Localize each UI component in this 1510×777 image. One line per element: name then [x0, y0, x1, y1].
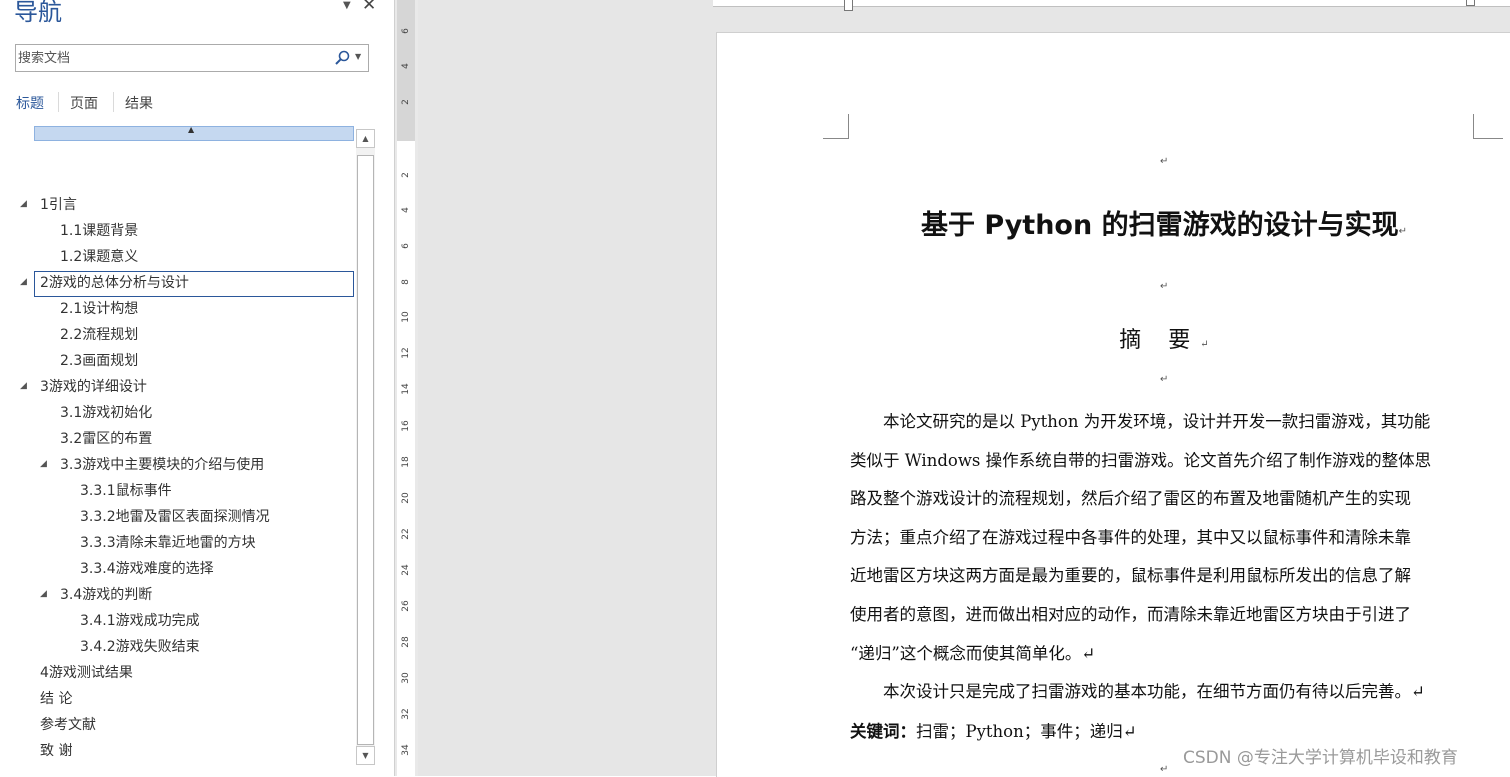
- paragraph-mark: ↵: [1160, 764, 1169, 775]
- ruler-number: 32: [401, 708, 411, 720]
- toc-item[interactable]: 3.3.1鼠标事件: [80, 479, 172, 503]
- margin-corner-mark: [1473, 114, 1503, 139]
- keywords-value: 扫雷；Python；事件；递归↵: [916, 722, 1137, 741]
- toc-item[interactable]: 2.2流程规划: [60, 323, 138, 347]
- horizontal-ruler: [713, 0, 1510, 7]
- ruler-number: 20: [401, 492, 411, 504]
- right-indent-marker-icon[interactable]: [1466, 0, 1475, 6]
- paragraph-mark: ↵: [1160, 281, 1169, 292]
- toc-item[interactable]: 3.4游戏的判断: [60, 583, 152, 607]
- tab-headings[interactable]: 标题: [16, 93, 44, 113]
- expand-triangle-icon[interactable]: ◢: [20, 199, 27, 209]
- paragraph-mark: ↵: [1160, 374, 1169, 385]
- toc-item[interactable]: 1.2课题意义: [60, 245, 138, 269]
- ruler-number: 24: [401, 564, 411, 576]
- ruler-number: 26: [401, 600, 411, 612]
- ruler-number: 4: [401, 207, 411, 213]
- toc-item[interactable]: 1.1课题背景: [60, 219, 138, 243]
- toc-collapsed-header-item[interactable]: ▲: [34, 125, 354, 141]
- toc-item[interactable]: 3.3.4游戏难度的选择: [80, 557, 214, 581]
- toc-item[interactable]: 3.1游戏初始化: [60, 401, 152, 425]
- ruler-number: 6: [401, 28, 411, 34]
- ruler-number: 22: [401, 528, 411, 540]
- toc-item[interactable]: 致 谢: [40, 739, 72, 763]
- body-line: 近地雷区方块这两方面是最为重要的，鼠标事件是利用鼠标所发出的信息了解: [850, 566, 1411, 586]
- ruler-number: 12: [401, 347, 411, 359]
- tab-pages[interactable]: 页面: [70, 93, 98, 113]
- document-page[interactable]: [716, 32, 1510, 777]
- ruler-number: 2: [401, 172, 411, 178]
- ruler-number: 4: [401, 63, 411, 69]
- nav-options-dropdown-icon[interactable]: ▼: [343, 0, 351, 11]
- ruler-number: 14: [401, 383, 411, 395]
- expand-triangle-icon[interactable]: ◢: [20, 381, 27, 391]
- toc-item[interactable]: 3.2雷区的布置: [60, 427, 152, 451]
- toc-item[interactable]: 结 论: [40, 687, 72, 711]
- tab-divider: [58, 92, 59, 112]
- nav-title: 导航: [14, 0, 62, 26]
- toc-item[interactable]: 3.4.1游戏成功完成: [80, 609, 200, 633]
- ruler-number: 6: [401, 243, 411, 249]
- body-line: 本次设计只是完成了扫雷游戏的基本功能，在细节方面仍有待以后完善。↵: [850, 682, 1425, 702]
- ruler-number: 18: [401, 456, 411, 468]
- ruler-number: 28: [401, 636, 411, 648]
- toc-item[interactable]: 3.3游戏中主要模块的介绍与使用: [60, 453, 264, 477]
- toc-item[interactable]: 3.4.2游戏失败结束: [80, 635, 200, 659]
- keywords-label: 关键词：: [850, 722, 916, 741]
- toc-item[interactable]: 1引言: [40, 193, 77, 217]
- vertical-ruler: 6 4 2 2 4 6 8 10 12 14 16 18 20 22 24 26 28 30 32 34: [394, 0, 418, 776]
- search-box[interactable]: ▼: [15, 44, 369, 72]
- toc-item[interactable]: 参考文献: [40, 713, 96, 737]
- body-line: 使用者的意图，进而做出相对应的动作，而清除未靠近地雷区方块由于引进了: [850, 605, 1411, 624]
- ruler-number: 16: [401, 420, 411, 432]
- body-line: 方法；重点介绍了在游戏过程中各事件的处理，其中又以鼠标事件和清除未靠: [850, 527, 1411, 547]
- toc-item[interactable]: 3.3.2地雷及雷区表面探测情况: [80, 505, 270, 529]
- navigation-pane: 导航 ▼ ✕ ▼ 标题 页面 结果 ▲ 1引言 ◢ 1.1课题背景1.2课题意义2游…: [0, 0, 392, 776]
- scroll-up-icon[interactable]: ▲: [356, 129, 375, 148]
- tab-results[interactable]: 结果: [125, 93, 153, 113]
- body-line: 路及整个游戏设计的流程规划，然后介绍了雷区的布置及地雷随机产生的实现: [850, 489, 1411, 509]
- toc-item[interactable]: 3.3.3清除未靠近地雷的方块: [80, 531, 256, 555]
- ruler-number: 8: [401, 279, 411, 285]
- close-icon[interactable]: ✕: [362, 0, 376, 15]
- document-title[interactable]: 基于 Python 的扫雷游戏的设计与实现↵: [850, 203, 1478, 242]
- scroll-down-icon[interactable]: ▼: [356, 746, 375, 765]
- search-options-chevron-down-icon[interactable]: ▼: [355, 52, 361, 61]
- body-line: 本论文研究的是以 Python 为开发环境，设计并开发一款扫雷游戏，其功能: [850, 412, 1431, 431]
- abstract-heading[interactable]: 摘 要↵: [850, 322, 1478, 354]
- expand-triangle-icon[interactable]: ◢: [40, 459, 47, 469]
- expand-triangle-icon[interactable]: ◢: [20, 277, 27, 287]
- scrollbar-thumb[interactable]: [357, 155, 374, 745]
- ruler-number: 34: [401, 744, 411, 756]
- toc-item[interactable]: 4游戏测试结果: [40, 661, 133, 685]
- ruler-number: 2: [401, 99, 411, 105]
- search-icon[interactable]: [334, 50, 350, 66]
- watermark: CSDN @专注大学计算机毕设和教育: [1183, 748, 1458, 768]
- paragraph-mark: ↵: [1160, 156, 1169, 167]
- keywords-line[interactable]: 关键词：扫雷；Python；事件；递归↵: [850, 718, 1137, 742]
- body-line: 类似于 Windows 操作系统自带的扫雷游戏。论文首先介绍了制作游戏的整体思: [850, 450, 1432, 470]
- ruler-number: 10: [401, 311, 411, 323]
- toc-item[interactable]: 2游戏的总体分析与设计: [40, 271, 189, 295]
- ruler-number: 30: [401, 672, 411, 684]
- toc-item[interactable]: 3游戏的详细设计: [40, 375, 147, 399]
- search-input[interactable]: [18, 48, 328, 68]
- expand-triangle-icon[interactable]: ◢: [40, 589, 47, 599]
- nav-scrollbar[interactable]: ▲ ▼: [356, 129, 375, 765]
- indent-marker-icon[interactable]: [844, 0, 853, 11]
- collapse-arrow-icon: ▲: [188, 125, 195, 134]
- toc-item[interactable]: 2.1设计构想: [60, 297, 138, 321]
- toc-item[interactable]: 2.3画面规划: [60, 349, 138, 373]
- body-line: “递归”这个概念而使其简单化。↵: [850, 643, 1096, 663]
- margin-corner-mark: [823, 114, 849, 139]
- tab-divider: [113, 92, 114, 112]
